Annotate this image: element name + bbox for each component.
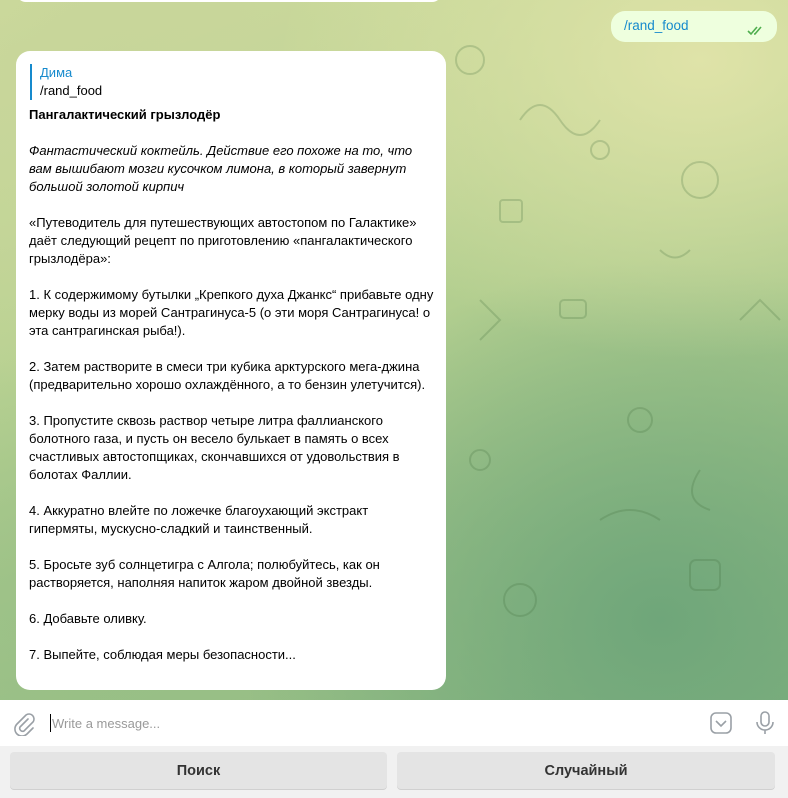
previous-message-bubble (16, 0, 442, 2)
outgoing-message[interactable]: /rand_food (611, 11, 777, 42)
double-check-icon (747, 24, 765, 39)
keyboard-toggle-icon[interactable] (709, 711, 733, 738)
message-body: Пангалактический грызлодёр Фантастически… (29, 106, 434, 664)
chat-background: /rand_food Дима /rand_food Пангалактичес… (0, 0, 788, 700)
outgoing-message-text: /rand_food (624, 18, 689, 33)
recipe-step: 4. Аккуратно влейте по ложечке благоухаю… (29, 503, 369, 536)
recipe-intro: «Путеводитель для путешествующих автосто… (29, 215, 417, 266)
paperclip-icon[interactable] (12, 712, 36, 739)
reply-text: /rand_food (40, 83, 103, 98)
text-caret (50, 714, 51, 732)
bot-keyboard: Поиск Случайный (0, 746, 788, 798)
recipe-step: 6. Добавьте оливку. (29, 611, 147, 626)
reply-quote[interactable]: Дима /rand_food (30, 64, 102, 100)
incoming-message[interactable]: Дима /rand_food Пангалактический грызлод… (16, 51, 446, 690)
recipe-step: 2. Затем растворите в смеси три кубика а… (29, 359, 426, 392)
search-button[interactable]: Поиск (10, 752, 387, 789)
reply-author: Дима (40, 65, 73, 80)
recipe-step: 5. Бросьте зуб солнцетигра с Алгола; пол… (29, 557, 380, 590)
microphone-icon[interactable] (754, 710, 776, 739)
recipe-description: Фантастический коктейль. Действие его по… (29, 143, 413, 194)
message-input[interactable] (52, 713, 652, 733)
recipe-step: 1. К содержимому бутылки „Крепкого духа … (29, 287, 434, 338)
random-button[interactable]: Случайный (397, 752, 775, 789)
recipe-step: 7. Выпейте, соблюдая меры безопасности..… (29, 647, 296, 662)
message-composer (0, 700, 788, 746)
recipe-step: 3. Пропустите сквозь раствор четыре литр… (29, 413, 400, 482)
recipe-title: Пангалактический грызлодёр (29, 107, 221, 122)
